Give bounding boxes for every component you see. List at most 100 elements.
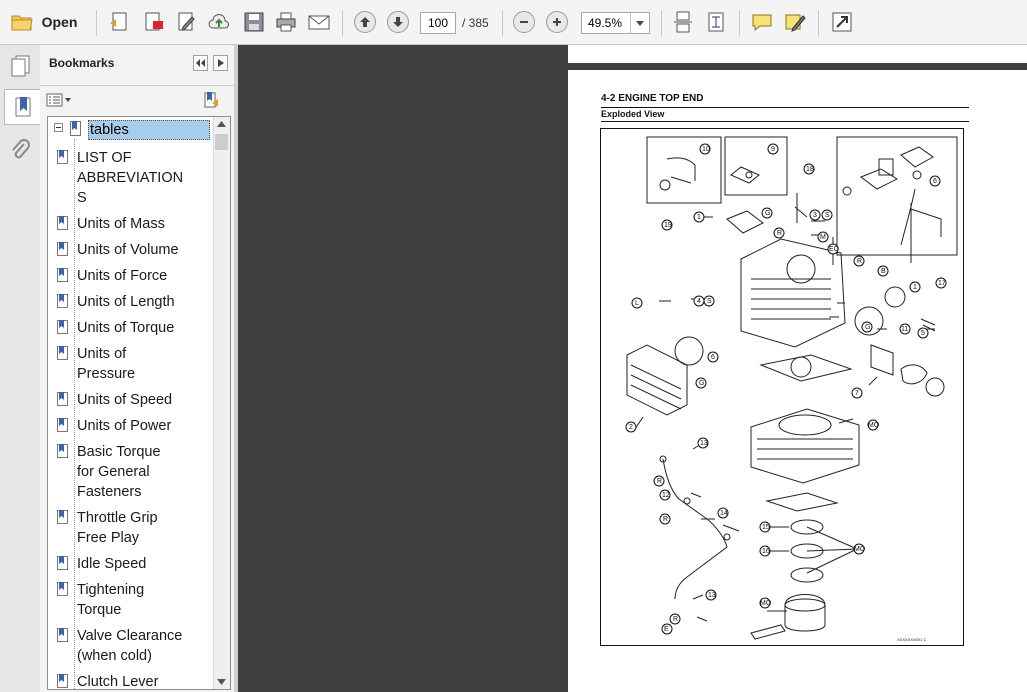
scroll-up-icon[interactable] [217,121,226,127]
document-viewer[interactable]: 4-2 ENGINE TOP END Exploded View 10 9 18… [238,45,1027,692]
speech-bubble-icon [752,14,772,32]
bookmark-label: S [77,190,87,206]
bookmark-item[interactable]: Basic Torque for General Fasteners [57,442,215,502]
zoom-out-button[interactable] [513,9,535,35]
minus-icon [513,11,535,33]
callout-label: 2 [629,424,633,431]
bookmark-label: LIST OF [77,150,132,166]
double-chevron-left-icon [196,59,205,67]
document-page: 4-2 ENGINE TOP END Exploded View 10 9 18… [568,70,1027,692]
create-pdf-icon [110,12,127,31]
bookmark-icon [57,418,68,432]
bookmark-label: Units of Force [77,268,168,284]
bookmark-label: Throttle Grip [77,510,158,526]
callout-label: 14 [720,510,728,517]
bookmark-label: Units of Speed [77,392,173,408]
callout-label: 6 [711,354,715,361]
attachments-button[interactable] [4,133,36,167]
bookmark-item[interactable]: Units of Speed [57,390,215,410]
arrow-down-icon [387,11,409,33]
callout-label: E [664,626,669,633]
scroll-down-icon[interactable] [217,679,226,685]
comment-button[interactable] [750,9,774,35]
subheading-rule [601,121,969,122]
create-pdf-button[interactable] [108,9,132,35]
callout-label: 3 [813,212,817,219]
tree-scrollbar[interactable] [213,117,230,689]
page-thumbnails-button[interactable] [4,49,36,83]
previous-page-edge [568,45,1027,63]
floppy-disk-icon [244,12,264,32]
bookmark-item[interactable]: Tightening Torque [57,580,215,620]
bookmark-item[interactable]: Valve Clearance (when cold) [57,626,215,666]
bookmark-icon [57,628,68,642]
expand-panel-button[interactable] [213,55,228,71]
highlight-button[interactable] [783,9,807,35]
bookmark-label: Tightening [77,582,145,598]
callout-label: R [857,258,862,265]
bookmark-item[interactable]: Idle Speed [57,554,215,574]
bookmark-label: Free Play [77,530,140,546]
pdf-export-icon [145,12,163,31]
section-heading: 4-2 ENGINE TOP END [601,93,704,104]
previous-page-button[interactable] [354,9,376,35]
collapse-toggle[interactable] [54,123,63,132]
toolbar-separator [96,10,97,36]
callout-label: 16 [762,548,770,555]
scrolling-mode-button[interactable] [671,9,695,35]
bookmark-icon [15,97,31,117]
bookmark-action-button[interactable] [202,91,222,111]
printer-icon [276,12,296,32]
bookmark-item[interactable]: LIST OF ABBREVIATION S [57,148,215,208]
zoom-select[interactable]: 49.5% [581,12,650,34]
collapse-panel-button[interactable] [193,55,208,71]
edit-pdf-button[interactable] [174,9,198,35]
open-button[interactable]: Open [6,9,81,35]
options-menu-button[interactable] [46,92,72,108]
bookmarks-tab-button[interactable] [4,89,41,125]
callout-label: G [699,380,704,387]
bookmark-icon [57,674,68,688]
callout-label: 1 [697,214,701,221]
next-page-button[interactable] [387,9,409,35]
bookmark-item[interactable]: Units of Torque [57,318,215,338]
bookmark-label: (when cold) [77,648,152,664]
scrollbar-thumb[interactable] [215,134,228,150]
callout-label: M [820,234,826,241]
zoom-in-button[interactable] [546,9,568,35]
fit-page-button[interactable] [704,9,728,35]
email-button[interactable] [307,9,331,35]
cloud-upload-button[interactable] [207,9,231,35]
toolbar-separator [818,10,819,36]
save-button[interactable] [242,9,266,35]
bookmark-item[interactable]: Units of Force [57,266,215,286]
open-label: Open [41,14,78,30]
callout-label: B [881,268,886,275]
page-number-input[interactable]: 100 [420,12,456,34]
full-screen-button[interactable] [830,9,854,35]
scroll-mode-icon [674,11,692,33]
callout-label: R [777,230,782,237]
exploded-view-diagram: 10 9 18 6 19 1 G 3 S R M EO R B 1 4 S L … [600,128,964,646]
tree-guide-line [74,139,75,689]
bookmark-label: Units of Volume [77,242,179,258]
callout-label: MO [868,422,880,429]
bookmark-item[interactable]: Units of Pressure [57,344,215,384]
bookmarks-tree: tables LIST OF ABBREVIATION S Units of M… [47,116,231,690]
bookmark-label: Units of Torque [77,320,175,336]
callout-label: R [657,478,662,485]
print-button[interactable] [274,9,298,35]
bookmark-item[interactable]: Units of Volume [57,240,215,260]
callout-label: 6 [933,178,937,185]
export-pdf-button[interactable] [141,9,165,35]
bookmark-icon [57,582,68,596]
bookmark-item[interactable]: Clutch Lever [57,672,215,689]
bookmark-item[interactable]: Throttle Grip Free Play [57,508,215,548]
bookmark-label: Fasteners [77,484,142,500]
bookmark-item[interactable]: Units of Power [57,416,215,436]
paperclip-icon [12,139,30,159]
bookmark-root-tables[interactable]: tables [88,120,210,140]
bookmark-item[interactable]: Units of Mass [57,214,215,234]
bookmark-icon [57,268,68,282]
bookmark-item[interactable]: Units of Length [57,292,215,312]
